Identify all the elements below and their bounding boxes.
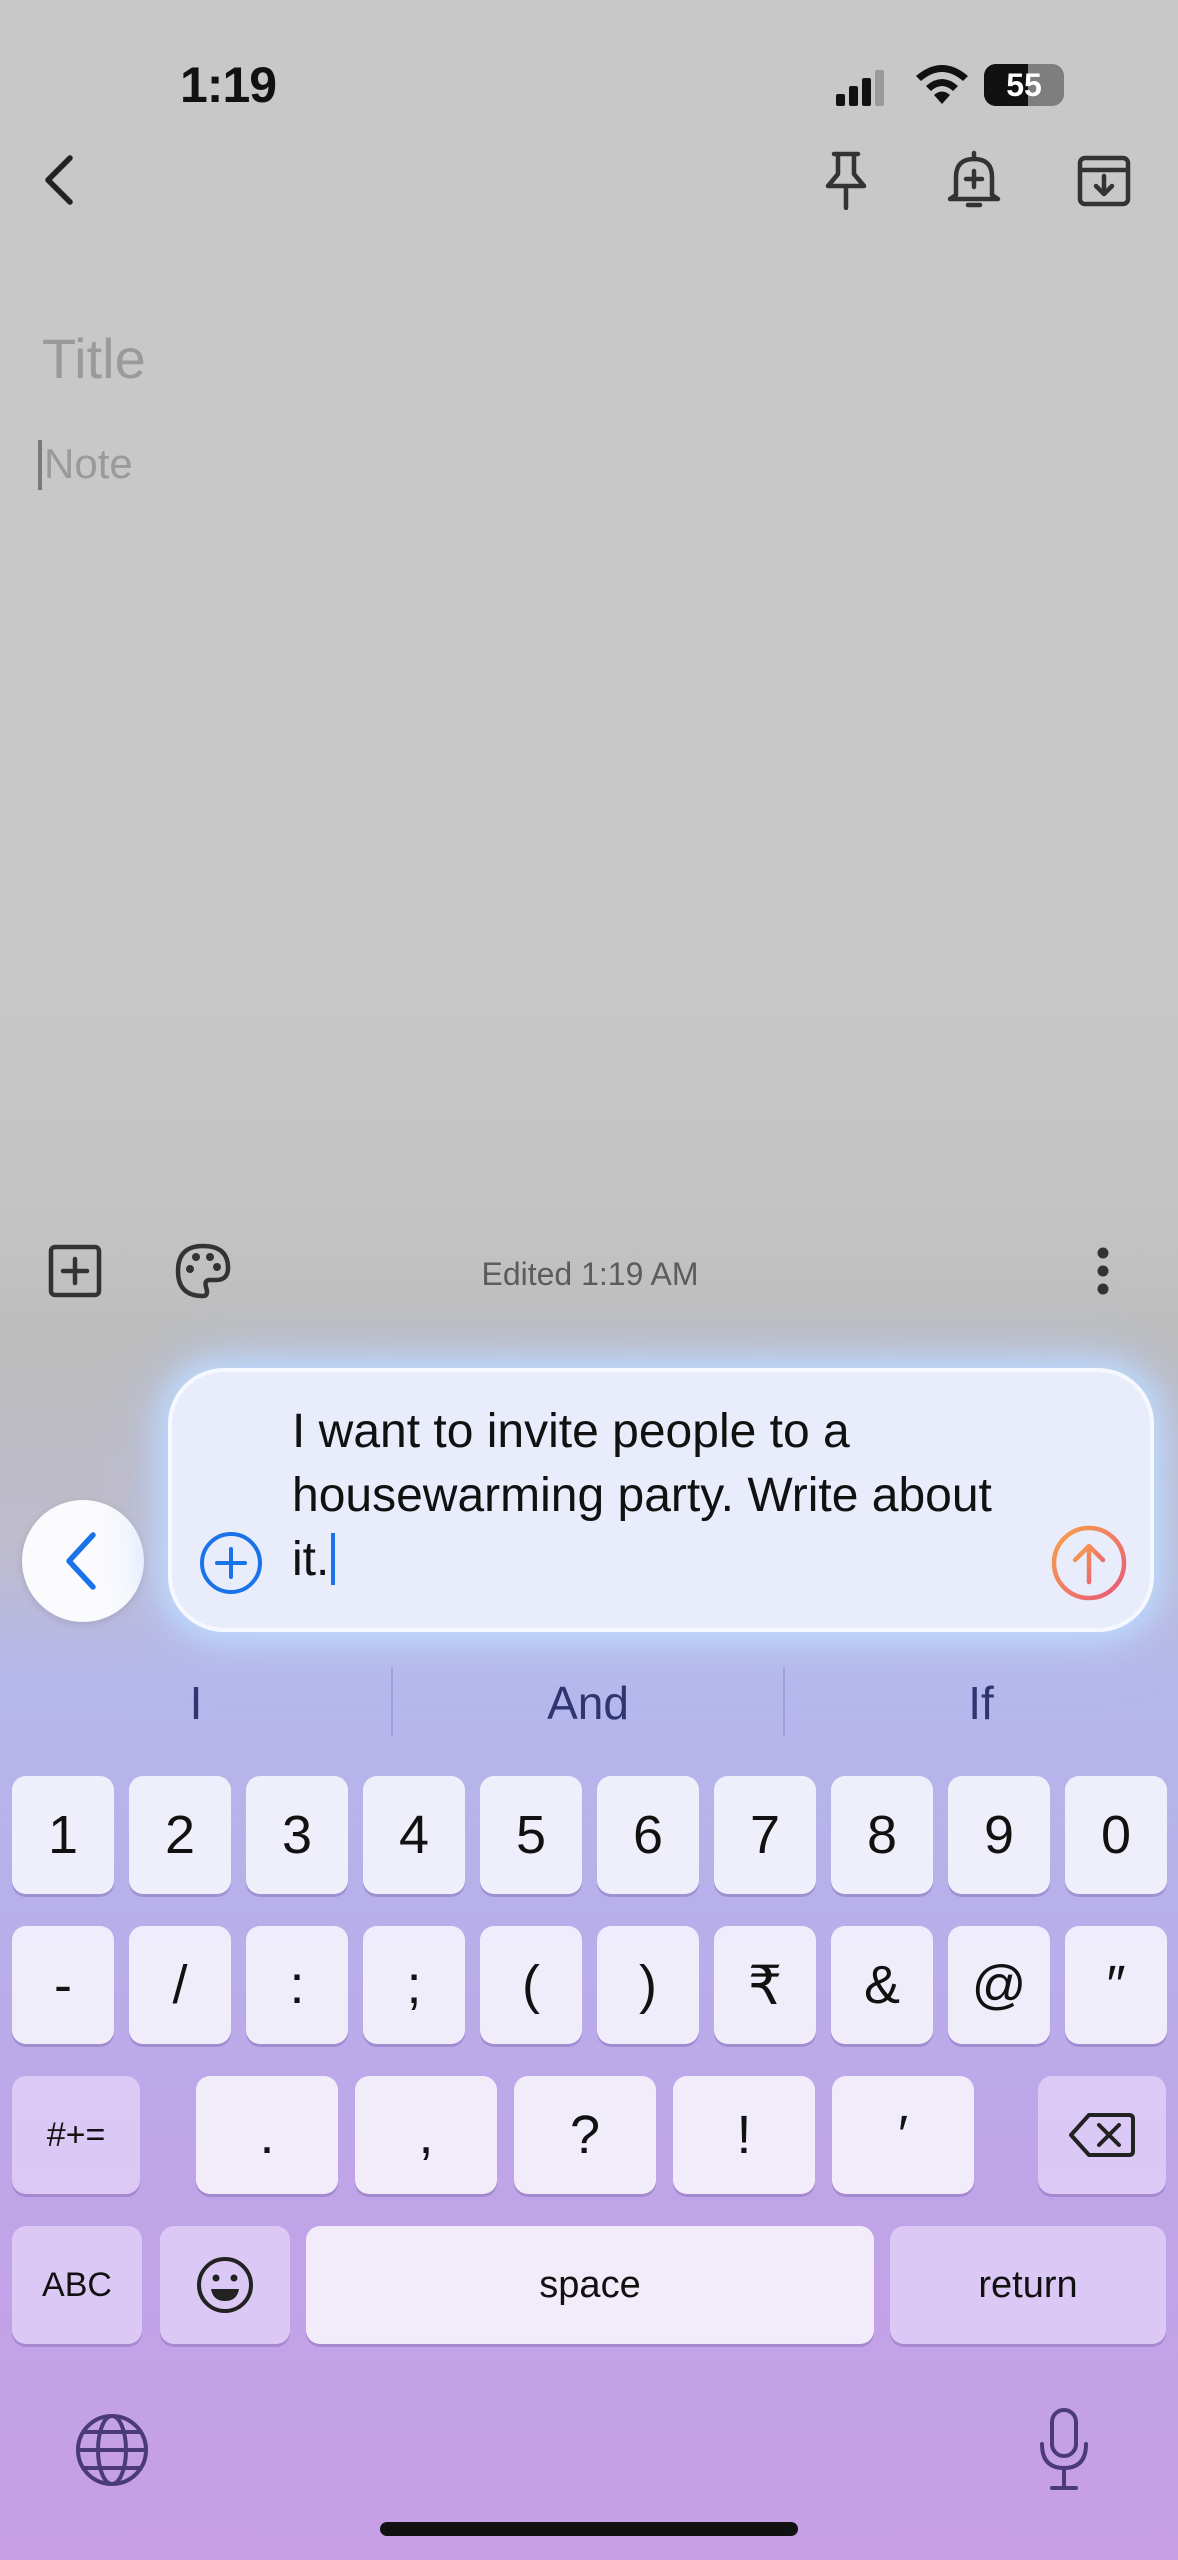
globe-icon [76,2414,148,2486]
key-hyphen[interactable]: - [12,1926,114,2044]
note-field[interactable]: Note [44,440,133,488]
key-3[interactable]: 3 [246,1776,348,1894]
backspace-key[interactable] [1038,2076,1166,2194]
prompt-input[interactable]: I want to invite people to a housewarmin… [292,1400,1032,1592]
add-circle-icon [200,1532,262,1594]
key-open-paren[interactable]: ( [480,1926,582,2044]
key-semicolon[interactable]: ; [363,1926,465,2044]
pin-button[interactable] [812,146,880,214]
key-close-paren[interactable]: ) [597,1926,699,2044]
status-time: 1:19 [180,57,277,113]
battery-indicator: 55 [984,64,1064,106]
pin-icon [825,151,867,210]
text-caret [331,1533,336,1585]
key-abc[interactable]: ABC [12,2226,142,2344]
key-4[interactable]: 4 [363,1776,465,1894]
palette-button[interactable] [172,1240,234,1302]
key-6[interactable]: 6 [597,1776,699,1894]
wifi-icon [916,65,968,104]
suggestion-2[interactable]: And [392,1670,784,1736]
suggestion-3[interactable]: If [784,1670,1178,1736]
key-quote[interactable]: ″ [1065,1926,1167,2044]
return-key[interactable]: return [890,2226,1166,2344]
key-2[interactable]: 2 [129,1776,231,1894]
dictation-button[interactable] [1030,2404,1098,2494]
battery-percent: 55 [1006,66,1042,103]
key-slash[interactable]: / [129,1926,231,2044]
archive-button[interactable] [1070,146,1138,214]
send-button[interactable] [1050,1524,1128,1602]
emoji-icon [197,2257,253,2313]
key-question[interactable]: ? [514,2076,656,2194]
assistant-back-button[interactable] [22,1500,144,1622]
add-box-icon [48,1244,102,1298]
prompt-text: I want to invite people to a housewarmin… [292,1405,992,1586]
suggestion-1[interactable]: I [0,1670,392,1736]
note-caret [38,440,42,490]
space-key[interactable]: space [306,2226,874,2344]
key-period[interactable]: . [196,2076,338,2194]
reminder-icon [947,150,1001,208]
back-button[interactable] [28,146,96,214]
back-icon [45,155,73,205]
key-1[interactable]: 1 [12,1776,114,1894]
key-5[interactable]: 5 [480,1776,582,1894]
emoji-key[interactable] [160,2226,290,2344]
more-icon [1097,1247,1109,1295]
mic-icon [1040,2408,1088,2490]
key-7[interactable]: 7 [714,1776,816,1894]
edited-timestamp: Edited 1:19 AM [481,1256,699,1292]
key-rupee[interactable]: ₹ [714,1926,816,2044]
archive-icon [1077,155,1131,207]
add-content-button[interactable] [44,1240,106,1302]
key-exclamation[interactable]: ! [673,2076,815,2194]
key-0[interactable]: 0 [1065,1776,1167,1894]
chevron-left-icon [66,1532,96,1590]
key-9[interactable]: 9 [948,1776,1050,1894]
key-apostrophe[interactable]: ′ [832,2076,974,2194]
key-symbols[interactable]: #+= [12,2076,140,2194]
palette-icon [175,1243,231,1299]
title-field[interactable]: Title [42,326,146,391]
key-comma[interactable]: , [355,2076,497,2194]
home-indicator [380,2522,798,2536]
reminder-button[interactable] [940,146,1008,214]
backspace-icon [1069,2113,1135,2157]
key-ampersand[interactable]: & [831,1926,933,2044]
more-options-button[interactable] [1088,1240,1118,1302]
key-8[interactable]: 8 [831,1776,933,1894]
key-at[interactable]: @ [948,1926,1050,2044]
prompt-add-button[interactable] [196,1528,266,1598]
key-colon[interactable]: : [246,1926,348,2044]
cellular-signal-icon [836,70,884,106]
send-icon [1051,1525,1127,1601]
globe-button[interactable] [72,2410,152,2490]
